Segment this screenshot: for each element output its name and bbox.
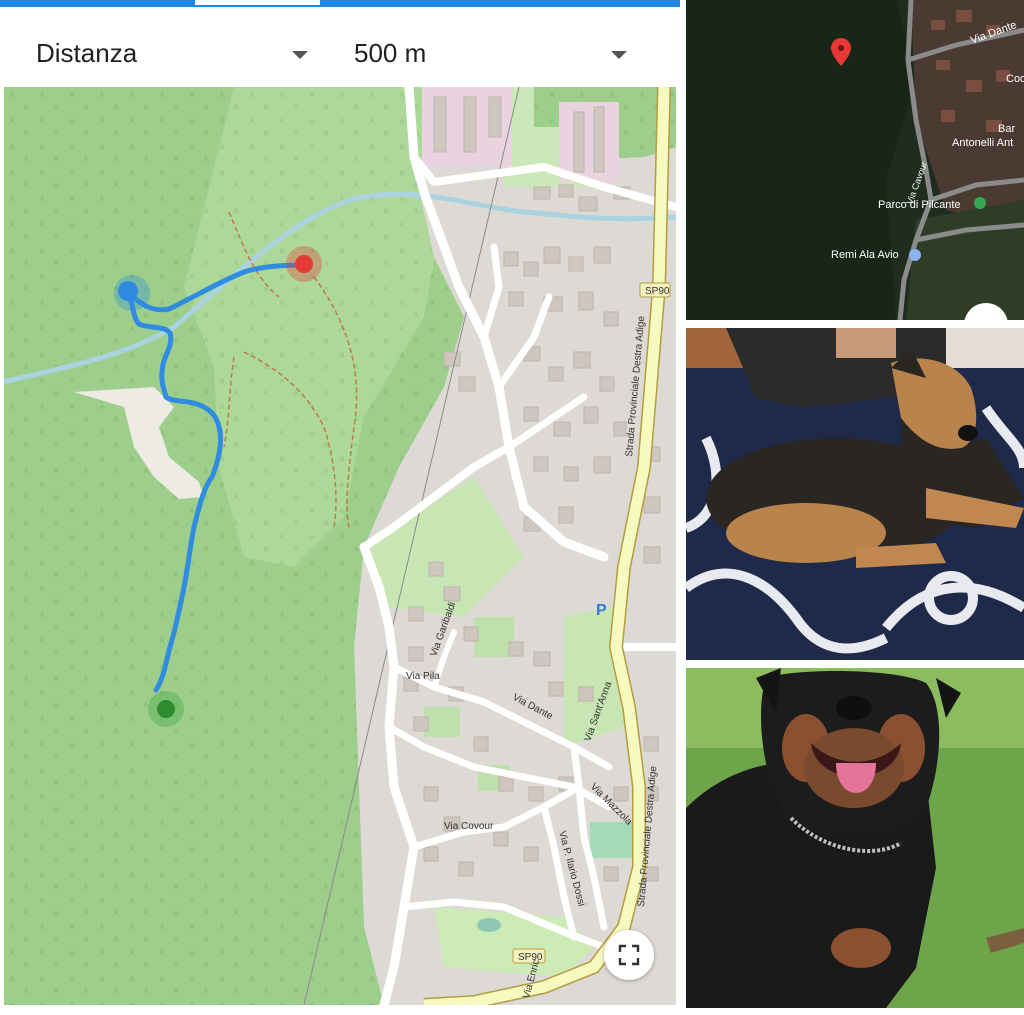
metric-dropdown[interactable]: Distanza: [0, 7, 330, 87]
rottweiler-photo: [686, 668, 1024, 1008]
via-pila-label: Via Pila: [406, 671, 440, 682]
bar-label: Bar: [998, 123, 1015, 135]
route-map-screen: Distanza 500 m SP90 SP90 Strada Provinci…: [0, 0, 680, 1015]
garden-patch: [474, 617, 514, 657]
tab-indicator: [195, 0, 320, 5]
park-icon: [974, 197, 986, 209]
industrial-zone: [559, 102, 619, 182]
route-map[interactable]: SP90 SP90 Strada Provinciale Destra Adig…: [4, 87, 676, 1005]
value-dropdown-value: 500 m: [354, 38, 427, 68]
antonelli-label: Antonelli Ant: [952, 137, 1013, 149]
place-icon: [909, 249, 921, 261]
sp90-top-label: SP90: [645, 286, 670, 297]
sports-field: [590, 822, 636, 858]
end-point-marker: [295, 255, 313, 273]
pond: [477, 918, 501, 932]
start-point-marker: [157, 700, 175, 718]
chevron-down-icon: [611, 51, 627, 59]
satellite-map-thumbnail[interactable]: Via Dante Coo Bar Antonelli Ant Via Cavo…: [686, 0, 1024, 320]
current-location-marker: [118, 281, 138, 301]
fullscreen-button[interactable]: [604, 930, 654, 980]
parco-label: Parco di Pilcante: [878, 199, 961, 211]
puppy-photo: [686, 328, 1024, 660]
metric-dropdown-value: Distanza: [36, 38, 138, 68]
person-arm: [836, 328, 896, 358]
chevron-down-icon: [292, 51, 308, 59]
value-dropdown[interactable]: 500 m: [330, 7, 680, 87]
parking-label: P: [596, 602, 607, 619]
top-accent-bar: [0, 0, 680, 7]
fullscreen-icon: [618, 944, 640, 966]
forest-texture: [686, 0, 916, 320]
filter-toolbar: Distanza 500 m: [0, 7, 680, 87]
via-covour-label: Via Covour: [444, 821, 494, 832]
remi-label: Remi Ala Avio: [831, 249, 899, 261]
coo-label: Coo: [1006, 73, 1024, 85]
garden-patch: [424, 707, 460, 737]
